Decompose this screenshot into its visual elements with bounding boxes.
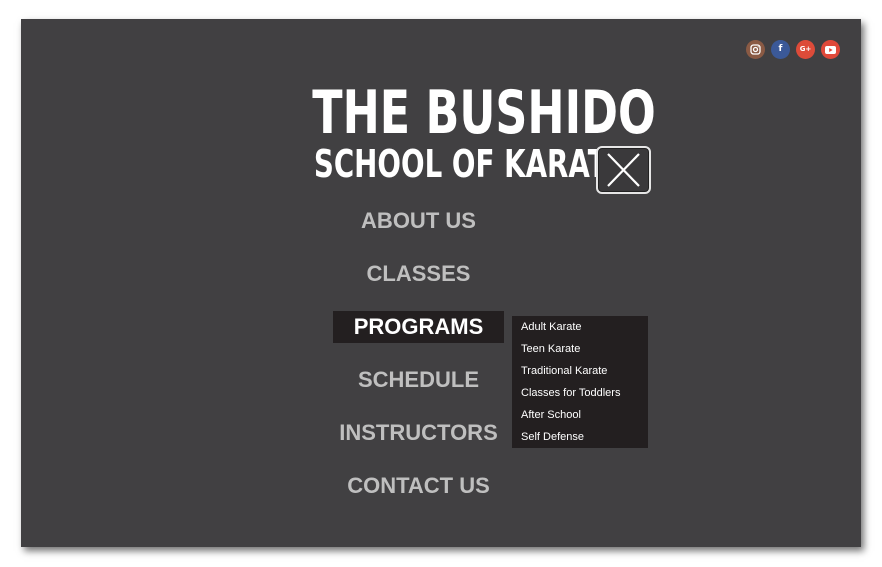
google-plus-button[interactable]: G+	[796, 40, 815, 59]
instagram-icon	[750, 44, 761, 55]
nav-item-instructors[interactable]: INSTRUCTORS	[333, 417, 504, 449]
submenu-item-after-school[interactable]: After School	[512, 404, 648, 426]
programs-submenu: Adult Karate Teen Karate Traditional Kar…	[512, 316, 648, 448]
nav-item-contact-us[interactable]: CONTACT US	[333, 470, 504, 502]
youtube-button[interactable]	[821, 40, 840, 59]
menu-overlay: f G+ THE BUSHIDO SCHOOL OF KARATE ABOUT …	[21, 19, 861, 547]
logo-subtitle: SCHOOL OF KARATE	[313, 142, 626, 186]
google-plus-icon: G+	[799, 45, 812, 53]
main-nav: ABOUT US CLASSES PROGRAMS SCHEDULE INSTR…	[333, 205, 504, 523]
logo-title: THE BUSHIDO	[312, 78, 656, 148]
submenu-item-teen-karate[interactable]: Teen Karate	[512, 338, 648, 360]
close-menu-button[interactable]	[596, 146, 651, 194]
nav-item-programs[interactable]: PROGRAMS	[333, 311, 504, 343]
nav-item-about-us[interactable]: ABOUT US	[333, 205, 504, 237]
submenu-item-classes-for-toddlers[interactable]: Classes for Toddlers	[512, 382, 648, 404]
submenu-item-adult-karate[interactable]: Adult Karate	[512, 316, 648, 338]
social-links: f G+	[746, 40, 840, 59]
facebook-button[interactable]: f	[771, 40, 790, 59]
school-logo[interactable]: THE BUSHIDO SCHOOL OF KARATE	[272, 78, 656, 186]
submenu-item-traditional-karate[interactable]: Traditional Karate	[512, 360, 648, 382]
facebook-icon: f	[778, 44, 783, 54]
instagram-button[interactable]	[746, 40, 765, 59]
nav-item-classes[interactable]: CLASSES	[333, 258, 504, 290]
submenu-item-self-defense[interactable]: Self Defense	[512, 426, 648, 448]
nav-item-schedule[interactable]: SCHEDULE	[333, 364, 504, 396]
close-icon	[607, 153, 640, 187]
youtube-icon	[825, 45, 836, 54]
